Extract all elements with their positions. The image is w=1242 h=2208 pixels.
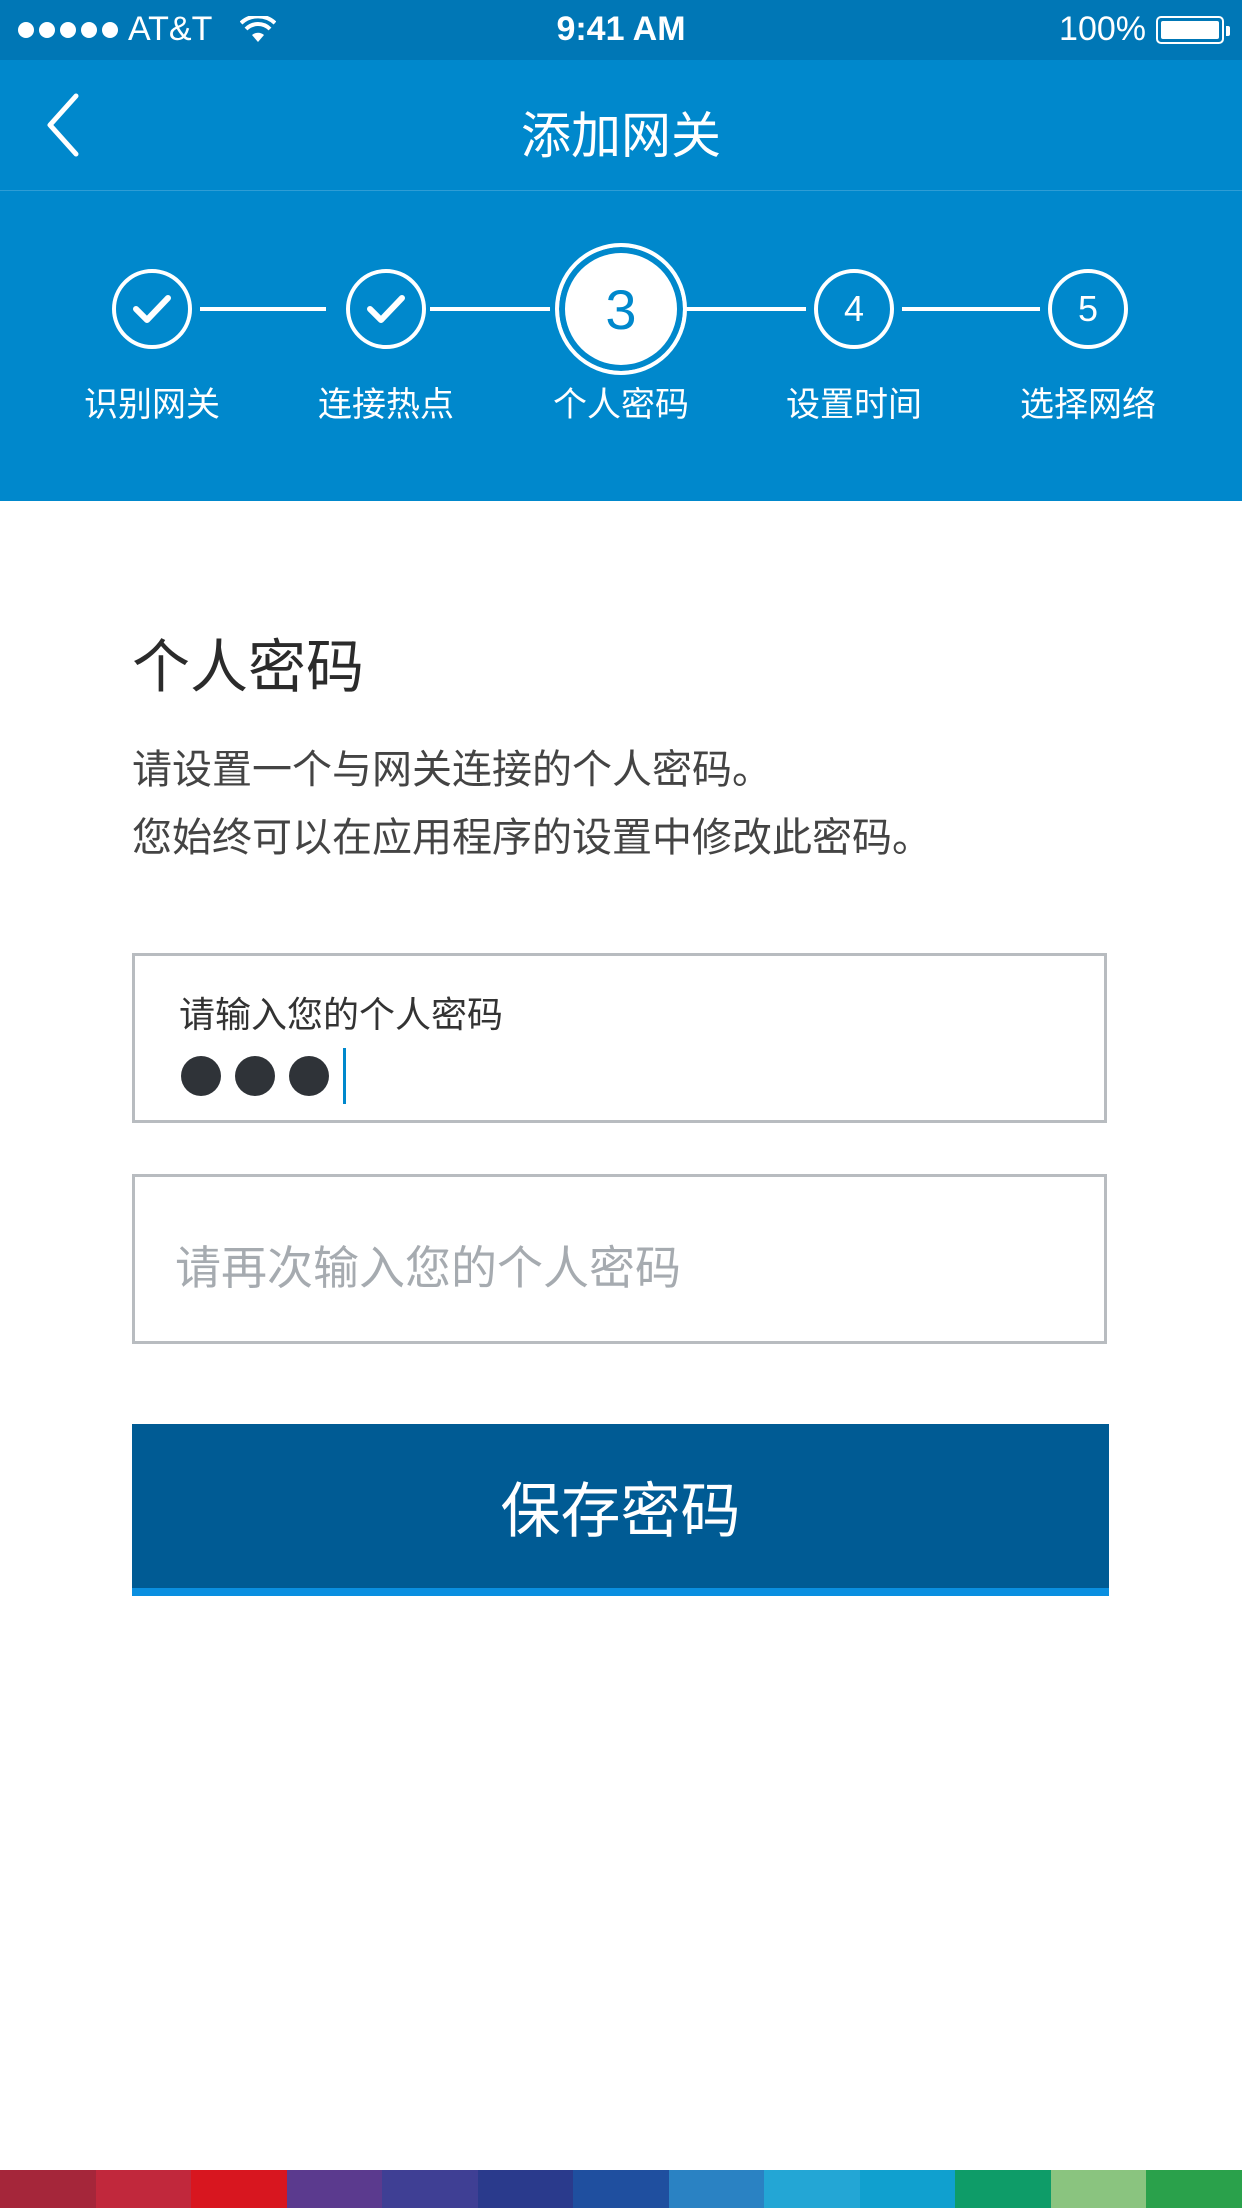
step-label-2: 连接热点 <box>318 385 454 425</box>
step-label-3: 个人密码 <box>553 385 689 425</box>
step-1-done <box>112 269 192 349</box>
password-masked-value <box>181 1048 346 1104</box>
step-label-4: 设置时间 <box>786 385 922 425</box>
password-field-label: 请输入您的个人密码 <box>179 995 504 1036</box>
color-band-segment <box>382 2170 478 2208</box>
password-field[interactable]: 请输入您的个人密码 <box>132 953 1107 1123</box>
color-band-segment <box>764 2170 860 2208</box>
color-band-segment <box>955 2170 1051 2208</box>
color-band-segment <box>0 2170 96 2208</box>
progress-stepper: 3 4 5 识别网关 连接热点 个人密码 设置时间 选择网络 <box>0 191 1242 501</box>
color-band-segment <box>573 2170 669 2208</box>
step-connector <box>902 307 1040 311</box>
step-3-active: 3 <box>555 243 687 375</box>
step-4: 4 <box>814 269 894 349</box>
check-icon <box>367 295 405 323</box>
status-time: 9:41 AM <box>556 10 686 48</box>
step-connector <box>200 307 326 311</box>
color-band-segment <box>191 2170 287 2208</box>
password-dot <box>181 1056 221 1096</box>
brand-color-band <box>0 2170 1242 2208</box>
save-password-button[interactable]: 保存密码 <box>132 1424 1109 1596</box>
status-right: 100% <box>1059 10 1230 49</box>
confirm-password-field[interactable]: 请再次输入您的个人密码 <box>132 1174 1107 1344</box>
section-description: 请设置一个与网关连接的个人密码。 您始终可以在应用程序的设置中修改此密码。 <box>132 736 932 872</box>
battery-icon <box>1156 15 1230 44</box>
check-icon <box>133 295 171 323</box>
status-bar: AT&T 9:41 AM 100% <box>0 0 1242 60</box>
step-label-5: 选择网络 <box>1020 385 1156 425</box>
password-dot <box>289 1056 329 1096</box>
description-line: 请设置一个与网关连接的个人密码。 <box>132 747 772 793</box>
battery-percent: 100% <box>1059 10 1146 48</box>
nav-bar: 添加网关 <box>0 60 1242 191</box>
description-line: 您始终可以在应用程序的设置中修改此密码。 <box>132 815 932 861</box>
color-band-segment <box>1146 2170 1242 2208</box>
step-2-done <box>346 269 426 349</box>
color-band-segment <box>286 2170 383 2208</box>
page-title: 添加网关 <box>521 107 721 165</box>
section-heading: 个人密码 <box>132 633 365 701</box>
confirm-password-placeholder: 请再次输入您的个人密码 <box>175 1241 681 1295</box>
color-band-segment <box>95 2170 192 2208</box>
color-band-segment <box>1050 2170 1147 2208</box>
step-connector <box>686 307 806 311</box>
text-caret <box>343 1048 346 1104</box>
color-band-segment <box>477 2170 574 2208</box>
password-dot <box>235 1056 275 1096</box>
color-band-segment <box>859 2170 956 2208</box>
color-band-segment <box>668 2170 765 2208</box>
step-5: 5 <box>1048 269 1128 349</box>
step-label-1: 识别网关 <box>84 385 220 425</box>
step-connector <box>430 307 550 311</box>
